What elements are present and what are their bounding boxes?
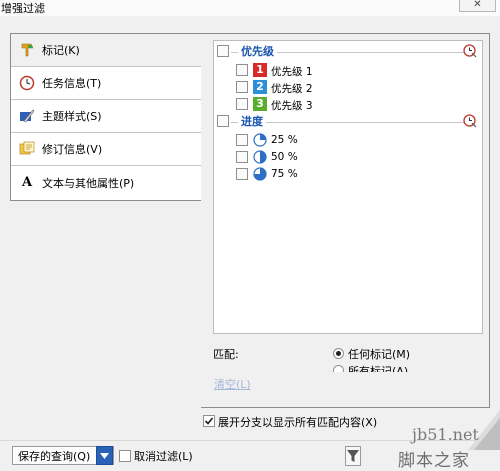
progress-50-checkbox[interactable] <box>236 151 248 163</box>
tab-task-info-label: 任务信息(T) <box>42 77 102 90</box>
title-bar: 增强过滤 ✕ <box>0 0 500 16</box>
notes-icon <box>19 141 35 157</box>
cancel-filter-checkbox[interactable] <box>119 450 131 462</box>
marker-icon <box>19 42 35 58</box>
saved-query-label: 保存的查询(Q) <box>18 449 91 463</box>
filter-clock-icon[interactable] <box>463 44 477 58</box>
funnel-icon <box>347 450 359 462</box>
group-priority: 优先级 <box>214 44 482 60</box>
tab-text-properties-label: 文本与其他属性(P) <box>42 176 135 190</box>
progress-75-label: 75 % <box>271 168 298 180</box>
brush-icon <box>19 108 35 124</box>
progress-50-label: 50 % <box>271 151 298 163</box>
group-priority-checkbox[interactable] <box>217 45 229 57</box>
tab-text-properties[interactable]: A 文本与其他属性(P) <box>11 166 201 199</box>
expand-branches-label[interactable]: 展开分支以显示所有匹配内容(X) <box>218 414 377 430</box>
clear-link[interactable]: 清空(L) <box>214 376 251 392</box>
close-button[interactable]: ✕ <box>459 0 496 12</box>
tab-marker[interactable]: 标记(K) <box>11 34 202 67</box>
tab-topic-style[interactable]: 主题样式(S) <box>11 100 201 133</box>
match-any-label[interactable]: 任何标记(M) <box>348 346 410 362</box>
saved-query-button[interactable]: 保存的查询(Q) <box>12 446 114 465</box>
expand-branches-checkbox[interactable] <box>203 415 215 427</box>
progress-25-label: 25 % <box>271 134 298 146</box>
progress-75-checkbox[interactable] <box>236 168 248 180</box>
clock-icon <box>19 75 35 91</box>
tab-revision-info[interactable]: 修订信息(V) <box>11 133 201 166</box>
priority-3-checkbox[interactable] <box>236 98 248 110</box>
text-a-icon: A <box>21 175 33 190</box>
match-all-label: 所有标记(A) <box>348 365 409 372</box>
match-label: 匹配: <box>213 348 239 361</box>
priority-2-checkbox[interactable] <box>236 81 248 93</box>
tab-task-info[interactable]: 任务信息(T) <box>11 67 201 100</box>
cancel-filter-label[interactable]: 取消过滤(L) <box>134 448 193 464</box>
watermark-url: jb51.net <box>412 425 479 444</box>
match-all-option[interactable]: 所有标记(A) <box>330 363 480 372</box>
group-progress: 进度 <box>214 114 482 130</box>
priority-3-label: 优先级 3 <box>271 100 313 112</box>
priority-2-icon: 2 <box>253 80 267 94</box>
progress-75-icon <box>253 167 267 181</box>
group-progress-checkbox[interactable] <box>217 115 229 127</box>
match-all-radio[interactable] <box>333 365 344 372</box>
priority-1-checkbox[interactable] <box>236 64 248 76</box>
filter-clock-icon[interactable] <box>463 114 477 128</box>
marker-list: 优先级 1 优先级 1 2 优先级 2 3 优先级 3 进度 25 % 50 %… <box>213 40 483 334</box>
priority-3-icon: 3 <box>253 97 267 111</box>
progress-25-checkbox[interactable] <box>236 134 248 146</box>
tab-topic-style-label: 主题样式(S) <box>42 110 102 123</box>
dropdown-arrow-icon[interactable] <box>96 446 113 465</box>
priority-1-icon: 1 <box>253 63 267 77</box>
priority-1-label: 优先级 1 <box>271 66 313 78</box>
group-priority-title: 优先级 <box>238 44 277 59</box>
window-title: 增强过滤 <box>1 2 45 15</box>
tab-revision-info-label: 修订信息(V) <box>42 143 103 156</box>
progress-25-icon <box>253 133 267 147</box>
priority-2-label: 优先级 2 <box>271 83 313 95</box>
apply-filter-button[interactable] <box>345 446 361 466</box>
group-progress-title: 进度 <box>238 114 266 129</box>
checkmark-icon <box>204 417 214 425</box>
category-sidebar: 标记(K) 任务信息(T) 主题样式(S) 修订信息(V) A 文本与其他属性(… <box>10 33 202 201</box>
match-any-radio[interactable] <box>333 348 344 359</box>
tab-marker-label: 标记(K) <box>42 44 80 57</box>
close-icon: ✕ <box>473 0 482 10</box>
watermark-name: 脚本之家 <box>398 451 470 471</box>
progress-50-icon <box>253 150 267 164</box>
